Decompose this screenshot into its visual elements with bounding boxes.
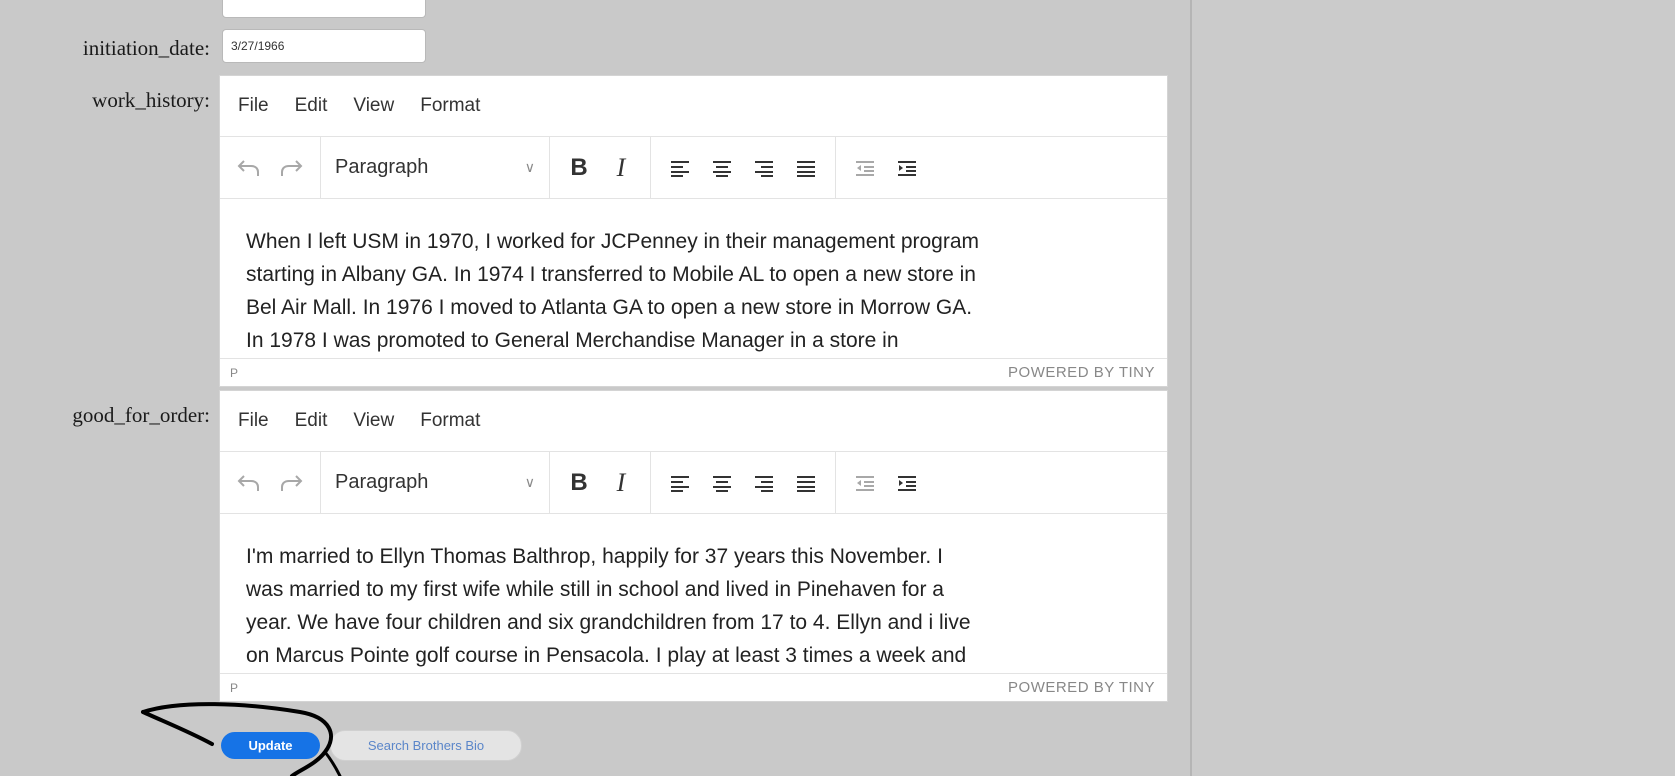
indent-icon (898, 160, 916, 176)
align-right-icon (755, 475, 773, 492)
powered-by-tiny-link[interactable]: POWERED BY TINY (1008, 364, 1155, 381)
work-history-statusbar: P POWERED BY TINY (220, 358, 1167, 386)
align-right-button[interactable] (743, 148, 785, 188)
update-button[interactable]: Update (221, 732, 320, 759)
work-history-content[interactable]: When I left USM in 1970, I worked for JC… (220, 199, 1167, 358)
outdent-icon (856, 160, 874, 176)
redo-button[interactable] (270, 463, 312, 503)
block-format-label: Paragraph (335, 156, 429, 178)
good-for-order-statusbar: P POWERED BY TINY (220, 673, 1167, 701)
work-history-editor: File Edit View Format Paragraph ∨ B I Wh… (219, 75, 1168, 387)
text-line: was married to my first wife while still… (246, 578, 944, 601)
indent-group (836, 452, 936, 513)
outdent-button[interactable] (844, 148, 886, 188)
bold-button[interactable]: B (558, 463, 600, 503)
initiation-date-input[interactable]: 3/27/1966 (222, 29, 426, 63)
powered-by-tiny-link[interactable]: POWERED BY TINY (1008, 679, 1155, 696)
good-for-order-label: good_for_order: (72, 403, 210, 427)
align-left-icon (671, 160, 689, 177)
element-path[interactable]: P (230, 366, 238, 380)
align-center-button[interactable] (701, 148, 743, 188)
outdent-icon (856, 475, 874, 491)
align-left-button[interactable] (659, 463, 701, 503)
indent-button[interactable] (886, 148, 928, 188)
indent-button[interactable] (886, 463, 928, 503)
text-line: Bel Air Mall. In 1976 I moved to Atlanta… (246, 296, 973, 319)
block-format-group: Paragraph ∨ (321, 137, 550, 198)
good-for-order-menubar: File Edit View Format (220, 391, 1167, 452)
chevron-down-icon: ∨ (524, 159, 535, 175)
text-line: I'm married to Ellyn Thomas Balthrop, ha… (246, 545, 943, 568)
menu-format[interactable]: Format (420, 410, 480, 432)
work-history-label: work_history: (92, 88, 210, 112)
initiation-date-value: 3/27/1966 (231, 39, 285, 53)
work-history-toolbar: Paragraph ∨ B I (220, 137, 1167, 199)
block-format-select[interactable]: Paragraph ∨ (325, 156, 545, 179)
align-left-button[interactable] (659, 148, 701, 188)
align-justify-button[interactable] (785, 463, 827, 503)
align-justify-button[interactable] (785, 148, 827, 188)
history-group (220, 452, 321, 513)
italic-button[interactable]: I (600, 148, 642, 188)
style-group: B I (550, 452, 651, 513)
undo-icon (237, 474, 259, 491)
menu-format[interactable]: Format (420, 95, 480, 117)
search-brothers-bio-button[interactable]: Search Brothers Bio (330, 730, 522, 761)
redo-icon (281, 474, 303, 491)
menu-edit[interactable]: Edit (295, 95, 328, 117)
text-line: When I left USM in 1970, I worked for JC… (246, 230, 980, 253)
align-center-icon (713, 160, 731, 177)
chevron-down-icon: ∨ (524, 474, 535, 490)
bold-button[interactable]: B (558, 148, 600, 188)
undo-button[interactable] (228, 463, 270, 503)
undo-button[interactable] (228, 148, 270, 188)
right-pane (1190, 0, 1675, 776)
align-justify-icon (797, 160, 815, 177)
align-center-button[interactable] (701, 463, 743, 503)
text-line: on Marcus Pointe golf course in Pensacol… (246, 644, 967, 667)
menu-view[interactable]: View (353, 410, 394, 432)
text-line: year. We have four children and six gran… (246, 611, 971, 634)
italic-button[interactable]: I (600, 463, 642, 503)
good-for-order-toolbar: Paragraph ∨ B I (220, 452, 1167, 514)
outdent-button[interactable] (844, 463, 886, 503)
menu-view[interactable]: View (353, 95, 394, 117)
redo-icon (281, 159, 303, 176)
text-line: In 1978 I was promoted to General Mercha… (246, 329, 899, 352)
indent-group (836, 137, 936, 198)
style-group: B I (550, 137, 651, 198)
align-justify-icon (797, 475, 815, 492)
menu-file[interactable]: File (238, 410, 269, 432)
good-for-order-content[interactable]: I'm married to Ellyn Thomas Balthrop, ha… (220, 514, 1167, 673)
align-group (651, 137, 836, 198)
good-for-order-editor: File Edit View Format Paragraph ∨ B I I'… (219, 390, 1168, 702)
align-group (651, 452, 836, 513)
align-right-icon (755, 160, 773, 177)
block-format-group: Paragraph ∨ (321, 452, 550, 513)
previous-field-input[interactable] (222, 0, 426, 18)
menu-edit[interactable]: Edit (295, 410, 328, 432)
block-format-select[interactable]: Paragraph ∨ (325, 471, 545, 494)
menu-file[interactable]: File (238, 95, 269, 117)
history-group (220, 137, 321, 198)
align-center-icon (713, 475, 731, 492)
text-line: starting in Albany GA. In 1974 I transfe… (246, 263, 976, 286)
initiation-date-label: initiation_date: (82, 36, 210, 60)
block-format-label: Paragraph (335, 471, 429, 493)
redo-button[interactable] (270, 148, 312, 188)
element-path[interactable]: P (230, 681, 238, 695)
undo-icon (237, 159, 259, 176)
align-left-icon (671, 475, 689, 492)
align-right-button[interactable] (743, 463, 785, 503)
work-history-menubar: File Edit View Format (220, 76, 1167, 137)
indent-icon (898, 475, 916, 491)
